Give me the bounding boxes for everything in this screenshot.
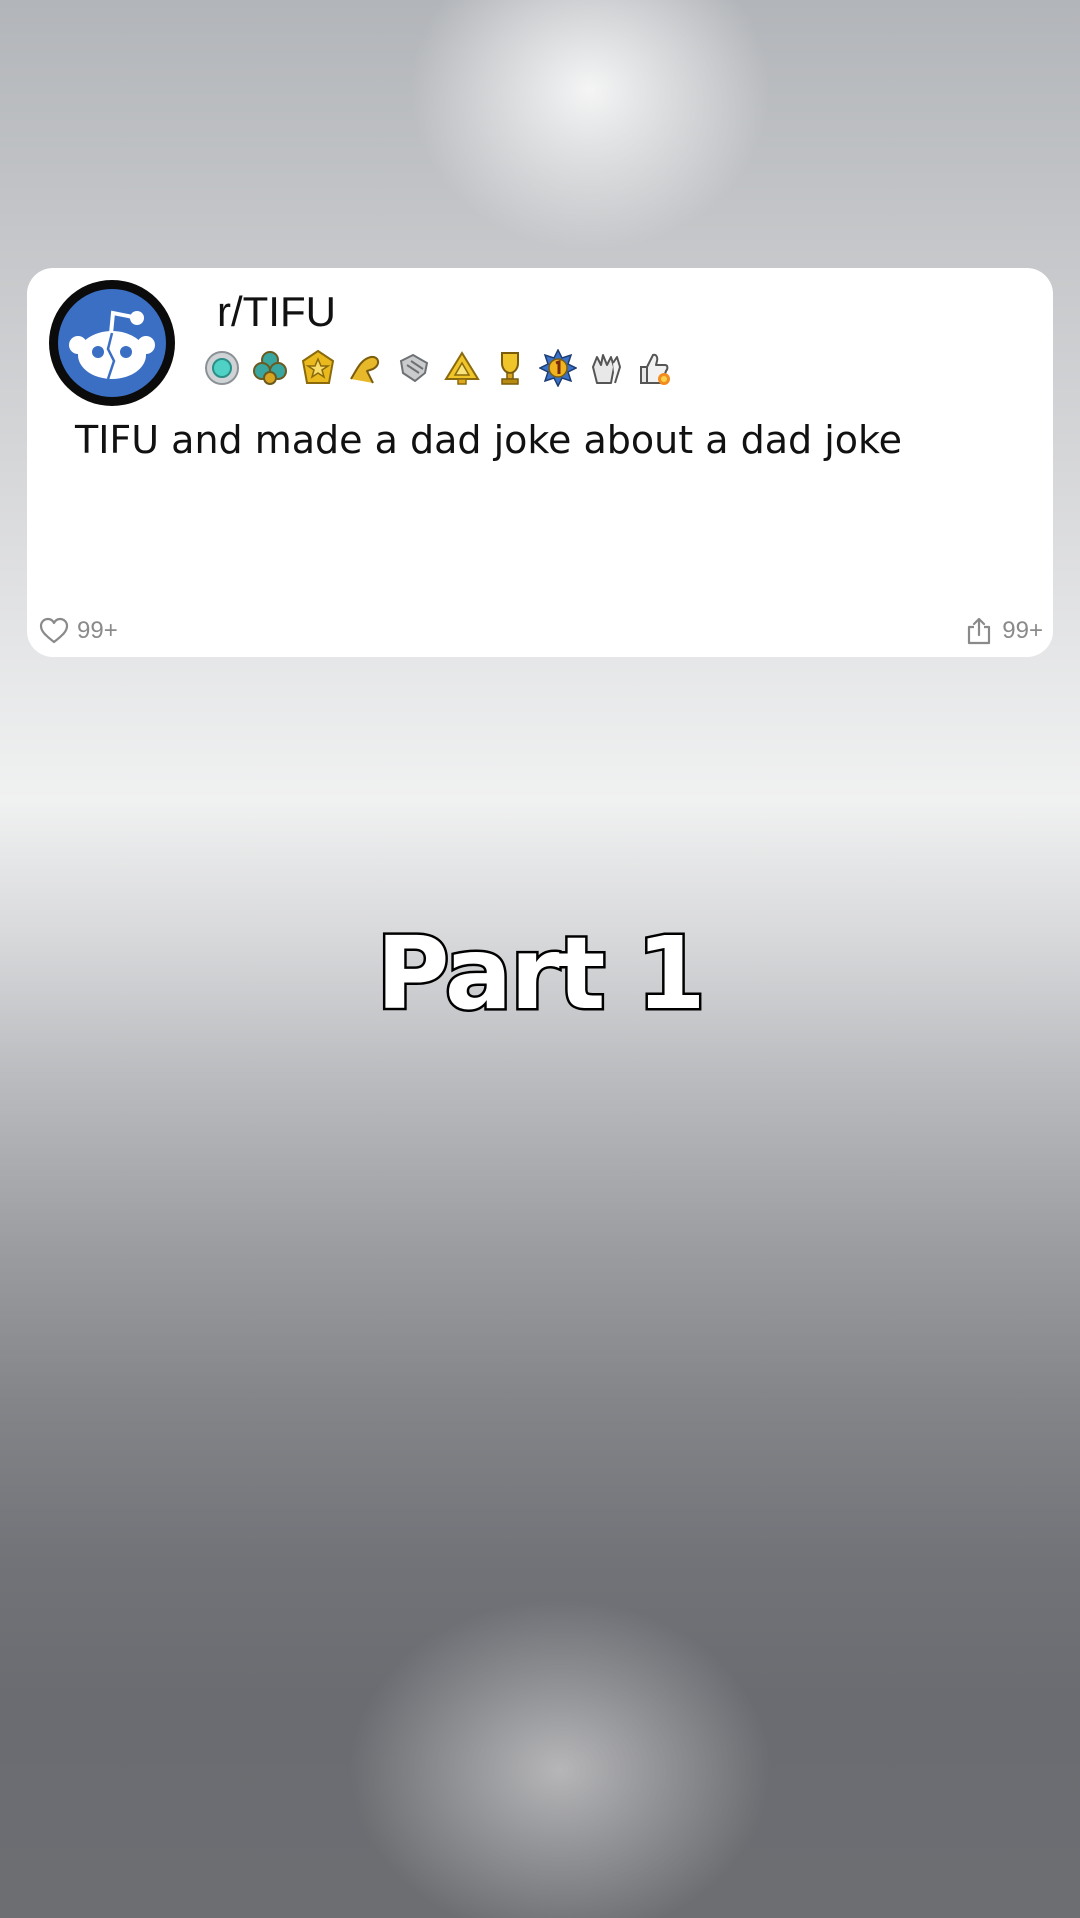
clapping-hands-award-icon[interactable] [587, 349, 625, 387]
silver-handshake-award-icon[interactable] [395, 349, 433, 387]
silver-award-icon[interactable] [203, 349, 241, 387]
awards-row [203, 348, 673, 391]
share-count: 99+ [1002, 617, 1043, 644]
post-card[interactable]: r/TIFU TIFU and made a dad joke about a … [27, 268, 1053, 657]
clover-award-icon[interactable] [251, 349, 289, 387]
number-one-award-icon[interactable] [538, 348, 578, 388]
reddit-snoo-icon [58, 289, 166, 397]
subreddit-name[interactable]: r/TIFU [217, 288, 336, 336]
thumbs-up-award-icon[interactable] [635, 349, 673, 387]
gold-pyramid-award-icon[interactable] [443, 349, 481, 387]
part-label: Part 1 [374, 913, 709, 1035]
subreddit-avatar[interactable] [49, 280, 175, 406]
gold-star-award-icon[interactable] [299, 349, 337, 387]
share-button[interactable]: 99+ [964, 616, 1043, 646]
post-title[interactable]: TIFU and made a dad joke about a dad jok… [75, 418, 902, 462]
gold-hand-award-icon[interactable] [347, 349, 385, 387]
heart-icon [39, 617, 69, 644]
like-button[interactable]: 99+ [39, 616, 118, 646]
like-count: 99+ [77, 617, 118, 644]
gold-trophy-award-icon[interactable] [491, 349, 529, 387]
share-icon [968, 617, 991, 645]
